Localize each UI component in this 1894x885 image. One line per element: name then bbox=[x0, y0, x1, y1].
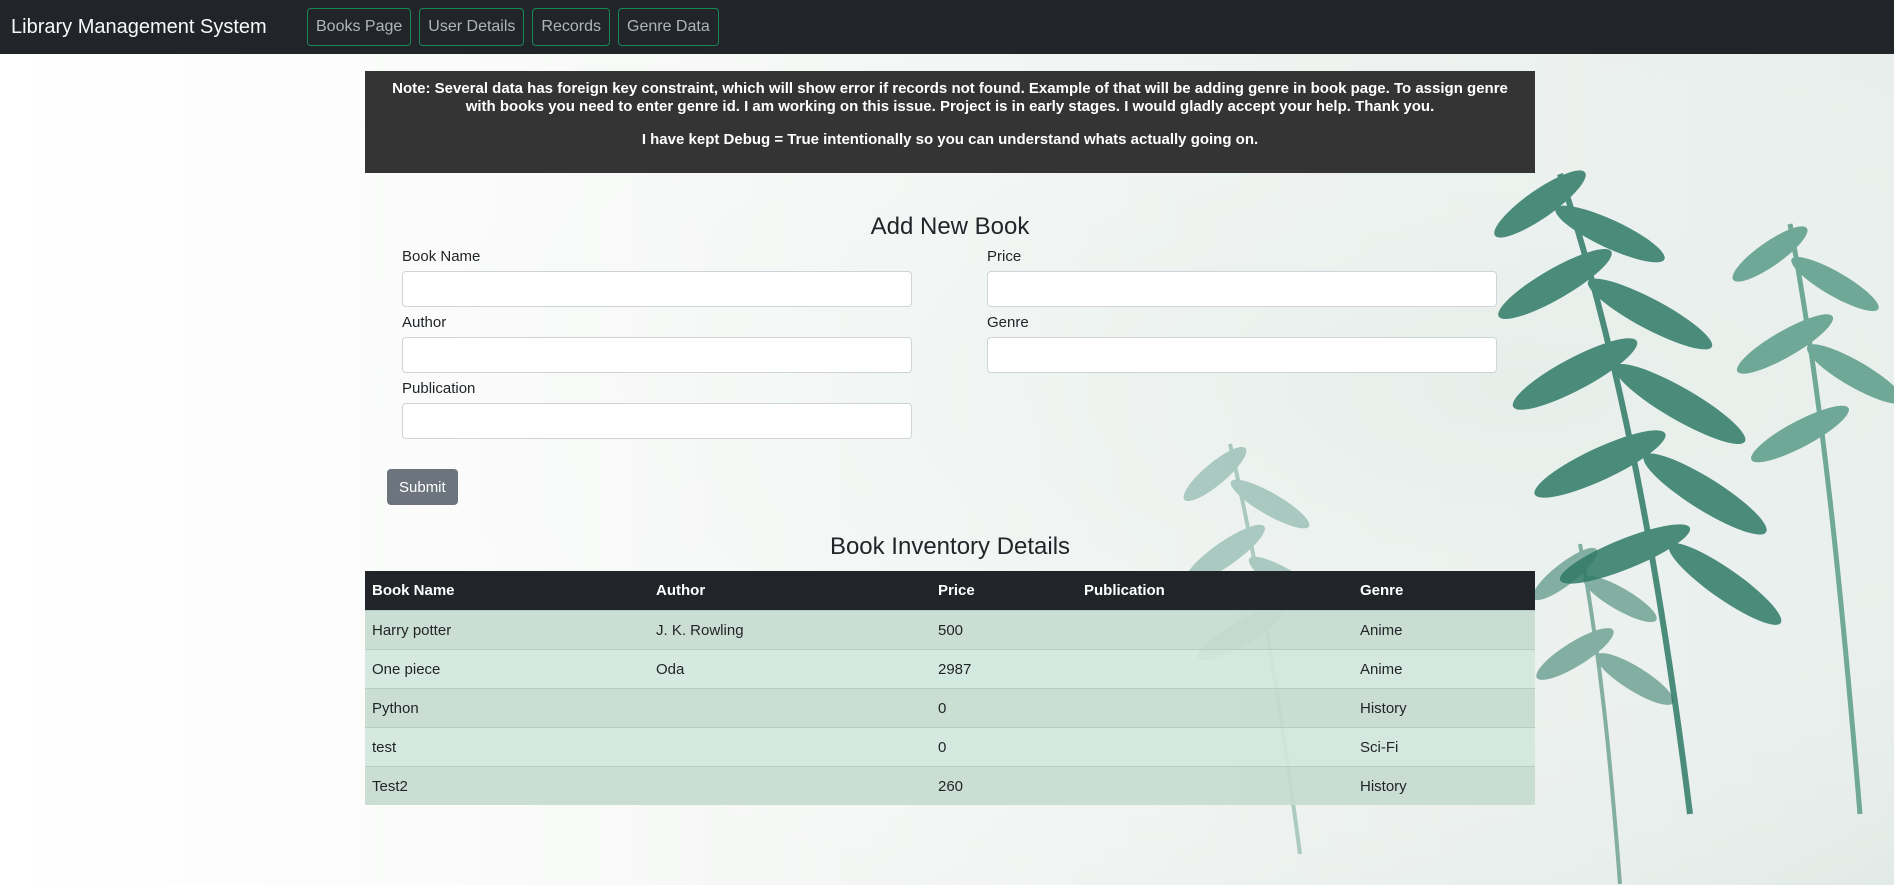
note-banner: Note: Several data has foreign key const… bbox=[365, 71, 1535, 173]
submit-button[interactable]: Submit bbox=[387, 469, 458, 505]
table-row: One piece Oda 2987 Anime bbox=[365, 649, 1535, 689]
col-author-header: Author bbox=[649, 571, 931, 611]
col-price-header: Price bbox=[931, 571, 1077, 611]
add-book-title: Add New Book bbox=[870, 213, 1030, 240]
publication-input[interactable] bbox=[402, 403, 912, 439]
main-container: Note: Several data has foreign key const… bbox=[365, 71, 1535, 805]
price-label: Price bbox=[987, 248, 1022, 265]
publication-label: Publication bbox=[402, 380, 476, 397]
cell-price: 0 bbox=[931, 688, 1077, 728]
nav-user-details-button[interactable]: User Details bbox=[419, 8, 525, 46]
price-field: Price bbox=[987, 245, 1497, 307]
cell-author bbox=[649, 688, 931, 728]
genre-input[interactable] bbox=[987, 337, 1497, 373]
nav-records-button[interactable]: Records bbox=[532, 8, 610, 46]
top-navbar: Library Management System Books Page Use… bbox=[0, 0, 1894, 54]
cell-publication bbox=[1077, 649, 1353, 689]
table-row: Test2 260 History bbox=[365, 766, 1535, 805]
cell-genre: History bbox=[1353, 766, 1535, 805]
inventory-title: Book Inventory Details bbox=[829, 533, 1071, 560]
author-input[interactable] bbox=[402, 337, 912, 373]
brand-title[interactable]: Library Management System bbox=[11, 16, 307, 39]
cell-book-name: Test2 bbox=[365, 766, 649, 805]
cell-price: 260 bbox=[931, 766, 1077, 805]
cell-publication bbox=[1077, 727, 1353, 767]
cell-genre: Anime bbox=[1353, 649, 1535, 689]
note-text: Note: Several data has foreign key const… bbox=[392, 80, 1508, 115]
cell-author: J. K. Rowling bbox=[649, 610, 931, 650]
cell-publication bbox=[1077, 766, 1353, 805]
cell-author bbox=[649, 727, 931, 767]
cell-price: 0 bbox=[931, 727, 1077, 767]
author-label: Author bbox=[402, 314, 447, 331]
cell-author: Oda bbox=[649, 649, 931, 689]
table-row: Python 0 History bbox=[365, 688, 1535, 728]
cell-genre: Anime bbox=[1353, 610, 1535, 650]
table-row: Harry potter J. K. Rowling 500 Anime bbox=[365, 610, 1535, 650]
book-name-field: Book Name bbox=[402, 245, 912, 307]
cell-genre: History bbox=[1353, 688, 1535, 728]
cell-genre: Sci-Fi bbox=[1353, 727, 1535, 767]
inventory-table: Book Name Author Price Publication Genre… bbox=[365, 571, 1535, 805]
cell-price: 2987 bbox=[931, 649, 1077, 689]
debug-note-text: I have kept Debug = True intentionally s… bbox=[641, 131, 1259, 148]
cell-publication bbox=[1077, 688, 1353, 728]
cell-book-name: Harry potter bbox=[365, 610, 649, 650]
author-field: Author bbox=[402, 311, 912, 373]
price-input[interactable] bbox=[987, 271, 1497, 307]
table-header-row: Book Name Author Price Publication Genre bbox=[365, 571, 1535, 611]
add-book-form: Book Name Price Author Genre Publication… bbox=[365, 245, 1535, 505]
book-name-label: Book Name bbox=[402, 248, 481, 265]
genre-label: Genre bbox=[987, 314, 1029, 331]
col-publication-header: Publication bbox=[1077, 571, 1353, 611]
book-name-input[interactable] bbox=[402, 271, 912, 307]
cell-book-name: Python bbox=[365, 688, 649, 728]
table-row: test 0 Sci-Fi bbox=[365, 727, 1535, 767]
cell-publication bbox=[1077, 610, 1353, 650]
cell-price: 500 bbox=[931, 610, 1077, 650]
genre-field: Genre bbox=[987, 311, 1497, 373]
cell-book-name: test bbox=[365, 727, 649, 767]
nav-books-page-button[interactable]: Books Page bbox=[307, 8, 412, 46]
nav-genre-data-button[interactable]: Genre Data bbox=[618, 8, 719, 46]
cell-author bbox=[649, 766, 931, 805]
publication-field: Publication bbox=[402, 377, 912, 439]
col-genre-header: Genre bbox=[1353, 571, 1535, 611]
cell-book-name: One piece bbox=[365, 649, 649, 689]
col-book-name-header: Book Name bbox=[365, 571, 649, 611]
